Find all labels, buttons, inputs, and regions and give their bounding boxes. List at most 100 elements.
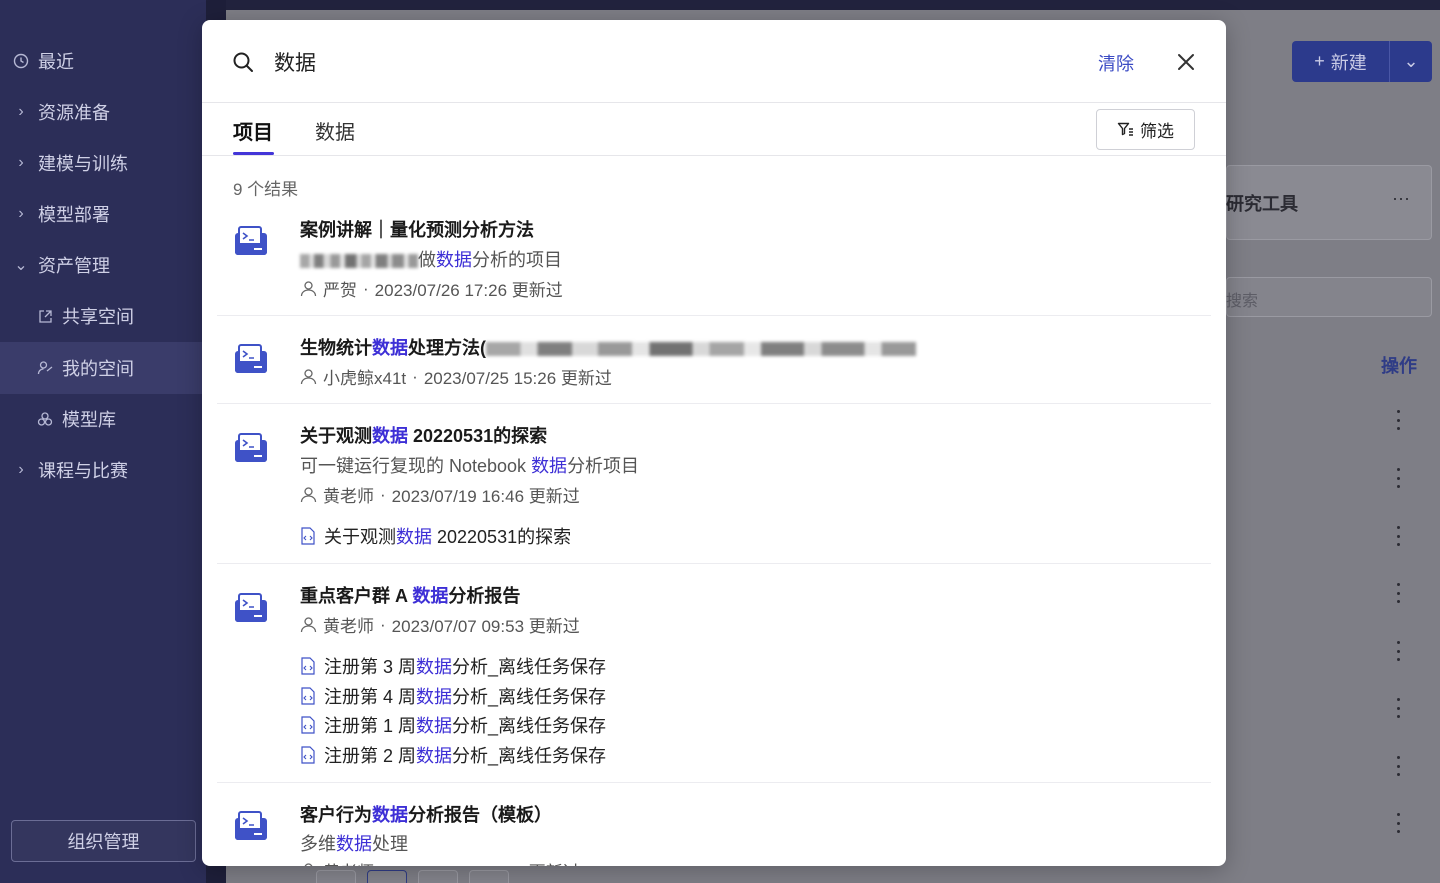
notebook-project-icon <box>235 433 267 462</box>
redacted-text <box>300 254 418 269</box>
sidebar-item-assets[interactable]: ⌄ 资产管理 <box>12 245 110 285</box>
result-meta: 严贺 · 2023/07/26 17:26 更新过 <box>300 276 563 301</box>
share-icon <box>36 307 54 325</box>
notebook-project-icon <box>235 344 267 373</box>
sidebar-item-model-library[interactable]: 模型库 <box>36 399 116 439</box>
divider <box>217 403 1211 404</box>
notebook-file-link[interactable]: 注册第 1 周数据分析_离线任务保存 <box>300 712 606 738</box>
row-more-icon[interactable] <box>1390 813 1406 833</box>
result-description: 可一键运行复现的 Notebook 数据分析项目 <box>300 456 640 476</box>
notebook-project-icon <box>235 811 267 840</box>
result-updated: 2023/07/26 17:26 更新过 <box>374 281 563 300</box>
filter-label: 筛选 <box>1140 122 1174 141</box>
sidebar-item-recent[interactable]: 最近 <box>12 41 74 81</box>
sidebar-item-modeling[interactable]: › 建模与训练 <box>12 143 128 183</box>
clear-button[interactable]: 清除 <box>1098 50 1134 76</box>
filter-icon <box>1117 122 1133 136</box>
divider <box>217 315 1211 316</box>
search-bar: 清除 <box>202 20 1226 103</box>
notebook-project-icon <box>235 593 267 622</box>
sidebar-item-label: 最近 <box>38 52 74 72</box>
user-icon <box>36 359 54 377</box>
user-icon <box>300 487 317 503</box>
sidebar: 最近 › 资源准备 › 建模与训练 › 模型部署 ⌄ 资产管理 共享空间 我的空… <box>0 0 206 883</box>
sidebar-item-shared-space[interactable]: 共享空间 <box>36 296 134 336</box>
sidebar-item-label: 建模与训练 <box>38 154 128 174</box>
result-title[interactable]: 案例讲解｜量化预测分析方法 <box>300 216 534 242</box>
row-more-icon[interactable] <box>1390 698 1406 718</box>
pager-button[interactable] <box>367 870 407 883</box>
background-search-placeholder: 搜索 <box>1226 293 1259 310</box>
chevron-right-icon: › <box>18 205 24 222</box>
result-meta: 黄老师 · 2023/07/19 16:46 更新过 <box>300 482 580 507</box>
result-author: 严贺 <box>323 281 357 300</box>
chevron-right-icon: › <box>18 103 24 120</box>
sidebar-item-label: 共享空间 <box>62 307 134 327</box>
chevron-right-icon: › <box>18 461 24 478</box>
notebook-project-icon <box>235 226 267 255</box>
result-author: 小虎鲸x41t <box>323 369 407 388</box>
tool-card-title: 研究工具 <box>1226 194 1298 214</box>
top-strip <box>226 0 1440 10</box>
user-icon <box>304 863 313 866</box>
close-icon[interactable] <box>1174 50 1198 74</box>
notebook-file-icon <box>301 687 315 705</box>
row-more-icon[interactable] <box>1390 468 1406 488</box>
plus-icon: + <box>1314 51 1325 71</box>
result-updated: 2023/07/07 09:53 更新过 <box>392 858 580 866</box>
row-more-icon[interactable] <box>1390 641 1406 661</box>
result-meta: 黄老师 · 2023/07/07 09:53 更新过 <box>300 612 580 637</box>
sidebar-item-courses[interactable]: › 课程与比赛 <box>12 450 128 490</box>
user-icon <box>300 617 317 633</box>
result-title[interactable]: 重点客户群 A 数据分析报告 <box>300 582 520 608</box>
notebook-file-link[interactable]: 注册第 4 周数据分析_离线任务保存 <box>300 683 606 709</box>
new-button[interactable]: + 新建 ⌄ <box>1292 41 1432 82</box>
result-author: 黄老师 <box>323 858 374 866</box>
cubes-icon <box>36 410 54 428</box>
result-description: 多维数据处理 <box>300 834 408 854</box>
sidebar-item-resources[interactable]: › 资源准备 <box>12 92 110 132</box>
filter-button[interactable]: 筛选 <box>1096 109 1195 150</box>
row-more-icon[interactable] <box>1390 526 1406 546</box>
sidebar-item-label: 资产管理 <box>38 256 110 276</box>
pager-button[interactable] <box>316 870 356 883</box>
pager-button[interactable] <box>418 870 458 883</box>
result-updated: 2023/07/19 16:46 更新过 <box>391 487 580 506</box>
notebook-file-icon <box>301 716 315 734</box>
pager-button[interactable] <box>469 870 509 883</box>
new-button-label: 新建 <box>1330 52 1367 73</box>
user-icon <box>300 281 317 297</box>
active-tab-indicator <box>233 152 274 155</box>
row-more-icon[interactable] <box>1390 583 1406 603</box>
org-management-button[interactable]: 组织管理 <box>11 820 196 862</box>
divider <box>217 782 1211 783</box>
more-icon[interactable]: ··· <box>1392 188 1410 209</box>
sidebar-item-my-space[interactable]: 我的空间 <box>36 348 134 388</box>
notebook-file-link[interactable]: 关于观测数据 20220531的探索 <box>300 523 571 549</box>
search-modal: 清除 项目 数据 筛选 9 个结果 案例讲解｜量化预测分析方法 做数据分析的项目… <box>202 20 1226 866</box>
sidebar-item-deploy[interactable]: › 模型部署 <box>12 194 110 234</box>
tab-data[interactable]: 数据 <box>315 116 355 145</box>
tab-projects[interactable]: 项目 <box>233 116 273 145</box>
result-updated: 2023/07/07 09:53 更新过 <box>391 617 580 636</box>
divider <box>217 563 1211 564</box>
chevron-down-icon: ⌄ <box>14 257 28 274</box>
notebook-file-link[interactable]: 注册第 2 周数据分析_离线任务保存 <box>300 742 606 768</box>
result-title[interactable]: 关于观测数据 20220531的探索 <box>300 422 547 448</box>
result-author: 黄老师 <box>323 487 374 506</box>
search-icon <box>233 52 253 72</box>
result-title[interactable]: 客户行为数据分析报告（模板） <box>300 801 552 827</box>
tabs: 项目 数据 筛选 <box>202 103 1226 156</box>
chevron-down-icon[interactable]: ⌄ <box>1390 41 1432 82</box>
sidebar-item-label: 课程与比赛 <box>38 461 128 481</box>
user-icon <box>300 369 317 385</box>
result-updated: 2023/07/25 15:26 更新过 <box>423 369 612 388</box>
search-input[interactable] <box>274 42 1074 82</box>
result-title[interactable]: 生物统计数据处理方法( <box>300 334 916 360</box>
notebook-file-link[interactable]: 注册第 3 周数据分析_离线任务保存 <box>300 653 606 679</box>
row-more-icon[interactable] <box>1390 756 1406 776</box>
dot-separator: · <box>412 366 418 386</box>
row-more-icon[interactable] <box>1390 410 1406 430</box>
dot-separator: · <box>380 861 386 867</box>
result-author: 黄老师 <box>323 617 374 636</box>
